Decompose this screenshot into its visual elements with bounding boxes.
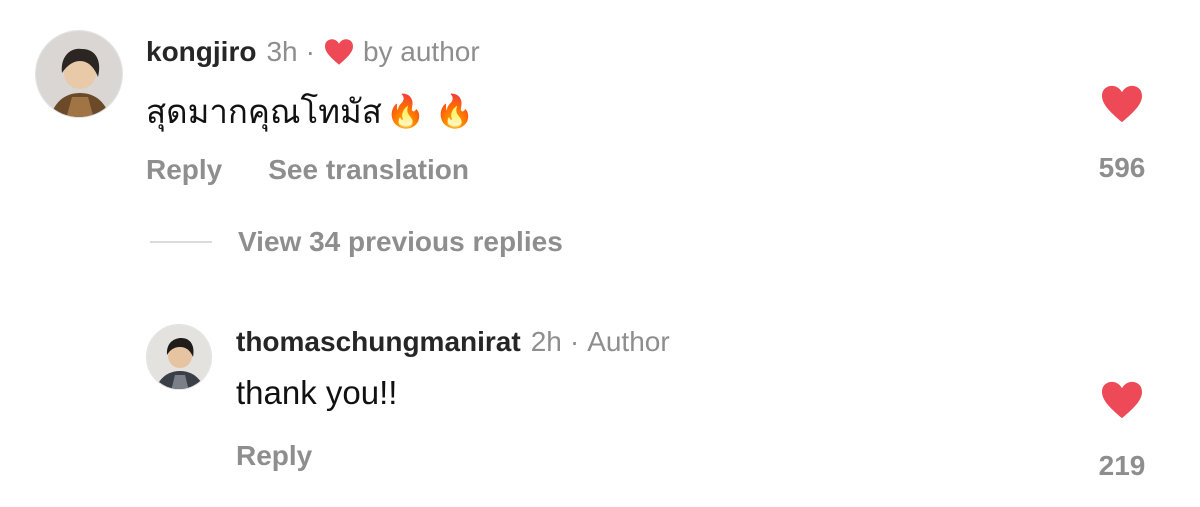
view-previous-replies-button[interactable]: View 34 previous replies — [238, 226, 563, 258]
fire-emoji: 🔥 🔥 — [385, 93, 475, 129]
see-translation-button[interactable]: See translation — [268, 154, 469, 186]
avatar-thomaschungmanirat[interactable] — [146, 324, 212, 390]
avatar-kongjiro[interactable] — [35, 30, 123, 118]
author-badge: Author — [587, 326, 670, 357]
reply-button[interactable]: Reply — [146, 154, 222, 186]
comment-actions: Reply See translation — [146, 150, 469, 190]
heart-filled-icon — [1102, 381, 1142, 419]
comment-actions: Reply — [236, 436, 312, 476]
heart-filled-icon — [1102, 85, 1142, 123]
avatar-photo — [36, 31, 122, 117]
like-count: 219 — [1098, 450, 1146, 481]
username[interactable]: kongjiro — [146, 36, 256, 68]
replies-divider — [150, 241, 212, 243]
comment-text: สุดมากคุณโทมัส — [146, 92, 382, 130]
comment-body: สุดมากคุณโทมัส 🔥 🔥 — [146, 88, 474, 134]
timestamp: 3h — [266, 36, 298, 67]
reply-button[interactable]: Reply — [236, 440, 312, 472]
separator-dot: · — [569, 326, 580, 357]
heart-small-icon — [323, 38, 355, 66]
comment-header: kongjiro 3h · by author — [146, 34, 480, 70]
like-count: 596 — [1098, 152, 1146, 183]
like-button[interactable] — [1099, 380, 1145, 420]
separator-dot: · — [305, 36, 315, 67]
username[interactable]: thomaschungmanirat — [236, 326, 521, 358]
comment-body: thank you!! — [236, 372, 397, 414]
like-button[interactable] — [1099, 84, 1145, 124]
avatar-photo — [147, 325, 211, 389]
liked-by-author-label: by author — [362, 36, 480, 67]
comment-text: thank you!! — [236, 374, 398, 411]
comment-header: thomaschungmanirat 2h · Author — [236, 324, 670, 360]
timestamp: 2h — [530, 326, 562, 357]
